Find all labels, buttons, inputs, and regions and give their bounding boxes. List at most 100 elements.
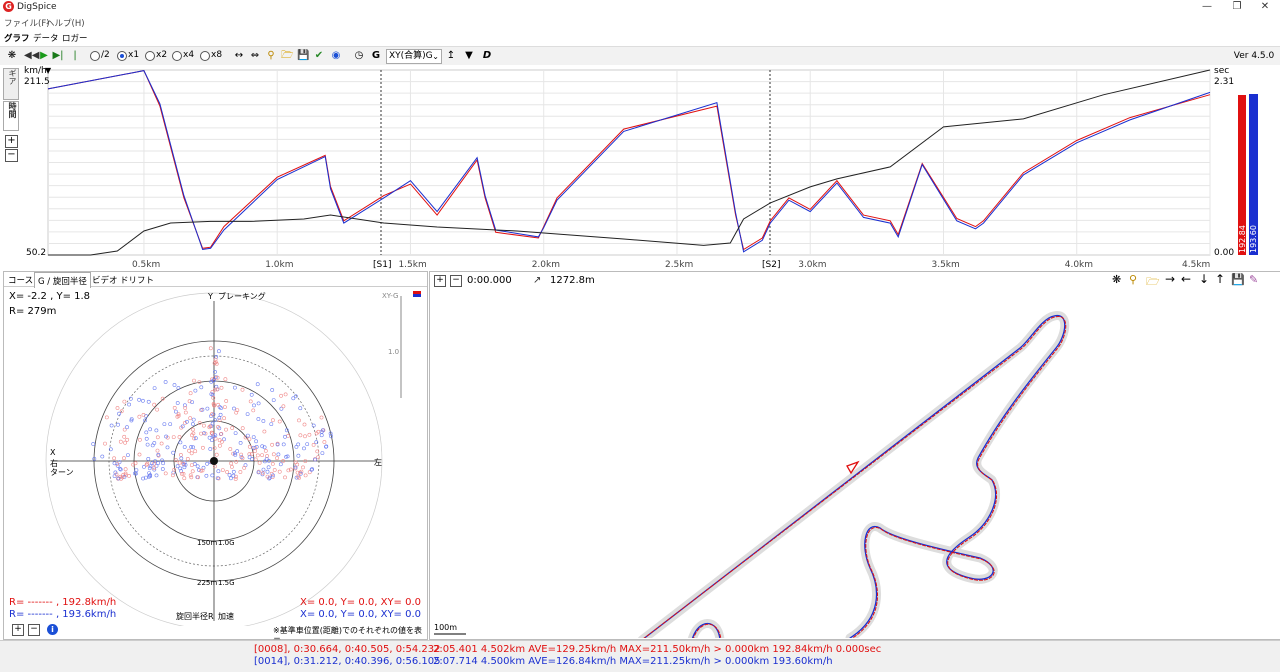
g-sample-point xyxy=(160,458,164,463)
g-sample-point xyxy=(224,399,229,403)
step-forward-icon[interactable]: ▶| xyxy=(52,49,64,63)
map-zoom-icon[interactable]: ⚲ xyxy=(1129,273,1137,286)
speed-x8-label: x8 xyxy=(211,50,223,60)
arrow-right-icon[interactable]: → xyxy=(1165,272,1175,286)
chevron-down-icon: ⌄ xyxy=(432,52,439,61)
menu-file[interactable]: ファイル(F) xyxy=(4,17,50,29)
g-expand-icon[interactable]: + xyxy=(12,624,24,636)
red-lap-summary: 2:05.401 4.502km AVE=129.25km/h MAX=211.… xyxy=(433,644,882,655)
track-map[interactable]: 100m xyxy=(430,288,1278,638)
menu-help[interactable]: ヘルプ(H) xyxy=(46,17,85,29)
speed-x8-radio[interactable] xyxy=(200,51,210,61)
rewind-icon[interactable]: ◀◀ xyxy=(24,49,39,63)
blue-lap-splits: [0014], 0:31.212, 0:40.396, 0:56.105 xyxy=(254,656,441,667)
g-sample-point xyxy=(117,411,122,416)
speed-x2-radio[interactable] xyxy=(145,51,155,61)
speed-x4-radio[interactable] xyxy=(172,51,182,61)
speed-half-radio[interactable] xyxy=(90,51,100,61)
save-icon[interactable]: 💾 xyxy=(297,49,309,63)
map-collapse-icon[interactable]: − xyxy=(450,275,462,287)
g-sample-point xyxy=(253,457,258,462)
g-sample-point xyxy=(144,430,149,435)
main-tabs: グラフ データ ロガー xyxy=(0,30,1280,45)
g-sample-point xyxy=(270,388,275,392)
g-sample-point xyxy=(189,444,194,449)
g-icon[interactable]: G xyxy=(370,49,382,63)
tab-data[interactable]: データ xyxy=(33,32,59,44)
play-icon[interactable]: ▶ xyxy=(39,49,49,63)
speed-time-graph[interactable]: km/h ▼ 211.5 50.2 sec 2.31 0.00 0.5km 1.0… xyxy=(0,65,1280,270)
g-sample-point xyxy=(311,423,316,428)
text-cursor-icon[interactable]: ↥ xyxy=(446,49,456,63)
g-sample-point xyxy=(230,426,235,430)
g-sample-point xyxy=(193,449,198,454)
crosshair-icon[interactable]: ❋ xyxy=(6,49,18,63)
tab-video[interactable]: ビデオ xyxy=(92,274,118,286)
arrow-down-icon[interactable]: ↓ xyxy=(1199,272,1209,286)
filter-icon[interactable]: ▼ xyxy=(464,49,474,63)
g-sample-point xyxy=(302,422,307,427)
g-sample-point xyxy=(281,442,286,447)
map-expand-icon[interactable]: + xyxy=(434,275,446,287)
g-sample-point xyxy=(193,388,198,393)
arrow-left-icon[interactable]: ← xyxy=(1181,272,1191,286)
g-sample-point xyxy=(122,434,127,439)
g-sample-point xyxy=(146,456,151,461)
g-sample-point xyxy=(227,472,232,477)
map-crosshair-icon[interactable]: ❋ xyxy=(1112,273,1121,286)
d-icon[interactable]: D xyxy=(481,49,493,63)
g-sample-point xyxy=(209,414,213,419)
search-icon[interactable]: ⚲ xyxy=(265,49,277,63)
y-axis-label: Y xyxy=(207,292,213,301)
g-sample-point xyxy=(266,465,271,470)
menu-bar: ファイル(F) ヘルプ(H) xyxy=(0,15,1280,29)
open-folder-icon[interactable]: 🗁 xyxy=(281,49,293,63)
globe-icon[interactable]: ◉ xyxy=(330,49,342,63)
tab-course[interactable]: コース xyxy=(8,274,33,286)
g-sample-point xyxy=(249,392,254,397)
tab-graph[interactable]: グラフ xyxy=(4,32,30,44)
g-sample-point xyxy=(168,422,173,427)
g-sample-point xyxy=(116,422,120,427)
speed-x1-radio[interactable] xyxy=(117,51,127,61)
right-unit-label: sec xyxy=(1214,66,1229,76)
g-sample-point xyxy=(261,419,266,423)
g-sample-point xyxy=(185,456,190,461)
maximize-icon[interactable]: ❐ xyxy=(1222,0,1252,14)
x-tick-label: 2.5km xyxy=(665,260,693,270)
g-sample-point xyxy=(190,427,195,432)
g-sample-point xyxy=(91,442,96,446)
check-icon[interactable]: ✔ xyxy=(313,49,325,63)
g-sample-point xyxy=(178,440,183,445)
fit-x-icon[interactable]: ⇔ xyxy=(249,49,261,63)
close-icon[interactable]: ✕ xyxy=(1250,0,1280,14)
g-sample-point xyxy=(283,392,288,397)
g-sample-point xyxy=(219,385,224,390)
graph-type-select[interactable]: XY(合算)G ⌄ xyxy=(386,49,442,64)
g-circle-plot[interactable]: XY-G 1.0 Y ブレーキング X 右 ターン 左 150m 1.0G 22… xyxy=(4,286,427,626)
g-sample-point xyxy=(271,452,276,457)
g-collapse-icon[interactable]: − xyxy=(28,624,40,636)
speed-x4-label: x4 xyxy=(183,50,195,60)
stopwatch-icon[interactable]: ◷ xyxy=(353,49,365,63)
x-tick-label: 1.0km xyxy=(265,260,293,270)
g-sample-point xyxy=(214,452,219,457)
zoom-x-icon[interactable]: ↔ xyxy=(233,49,245,63)
g-sample-point xyxy=(270,418,275,423)
g-sample-point xyxy=(201,423,206,428)
g-sample-point xyxy=(183,410,188,415)
map-save-icon[interactable]: 💾 xyxy=(1231,273,1245,286)
minimize-icon[interactable]: — xyxy=(1192,0,1222,14)
ruler-icon[interactable]: ↗ xyxy=(533,275,541,286)
sector-1-label: [S1] xyxy=(373,260,391,270)
info-icon[interactable]: i xyxy=(47,624,58,635)
step-back-icon[interactable]: |◀ xyxy=(70,49,80,75)
map-distance: 1272.8m xyxy=(550,275,595,286)
eraser-icon[interactable]: ✎ xyxy=(1249,273,1258,286)
tab-drift[interactable]: ドリフト xyxy=(120,274,154,286)
tab-logger[interactable]: ロガー xyxy=(62,32,88,44)
right-max-label: 2.31 xyxy=(1214,77,1234,87)
g-sample-point xyxy=(319,433,324,438)
arrow-up-icon[interactable]: ↑ xyxy=(1215,272,1225,286)
g-sample-point xyxy=(298,406,303,411)
